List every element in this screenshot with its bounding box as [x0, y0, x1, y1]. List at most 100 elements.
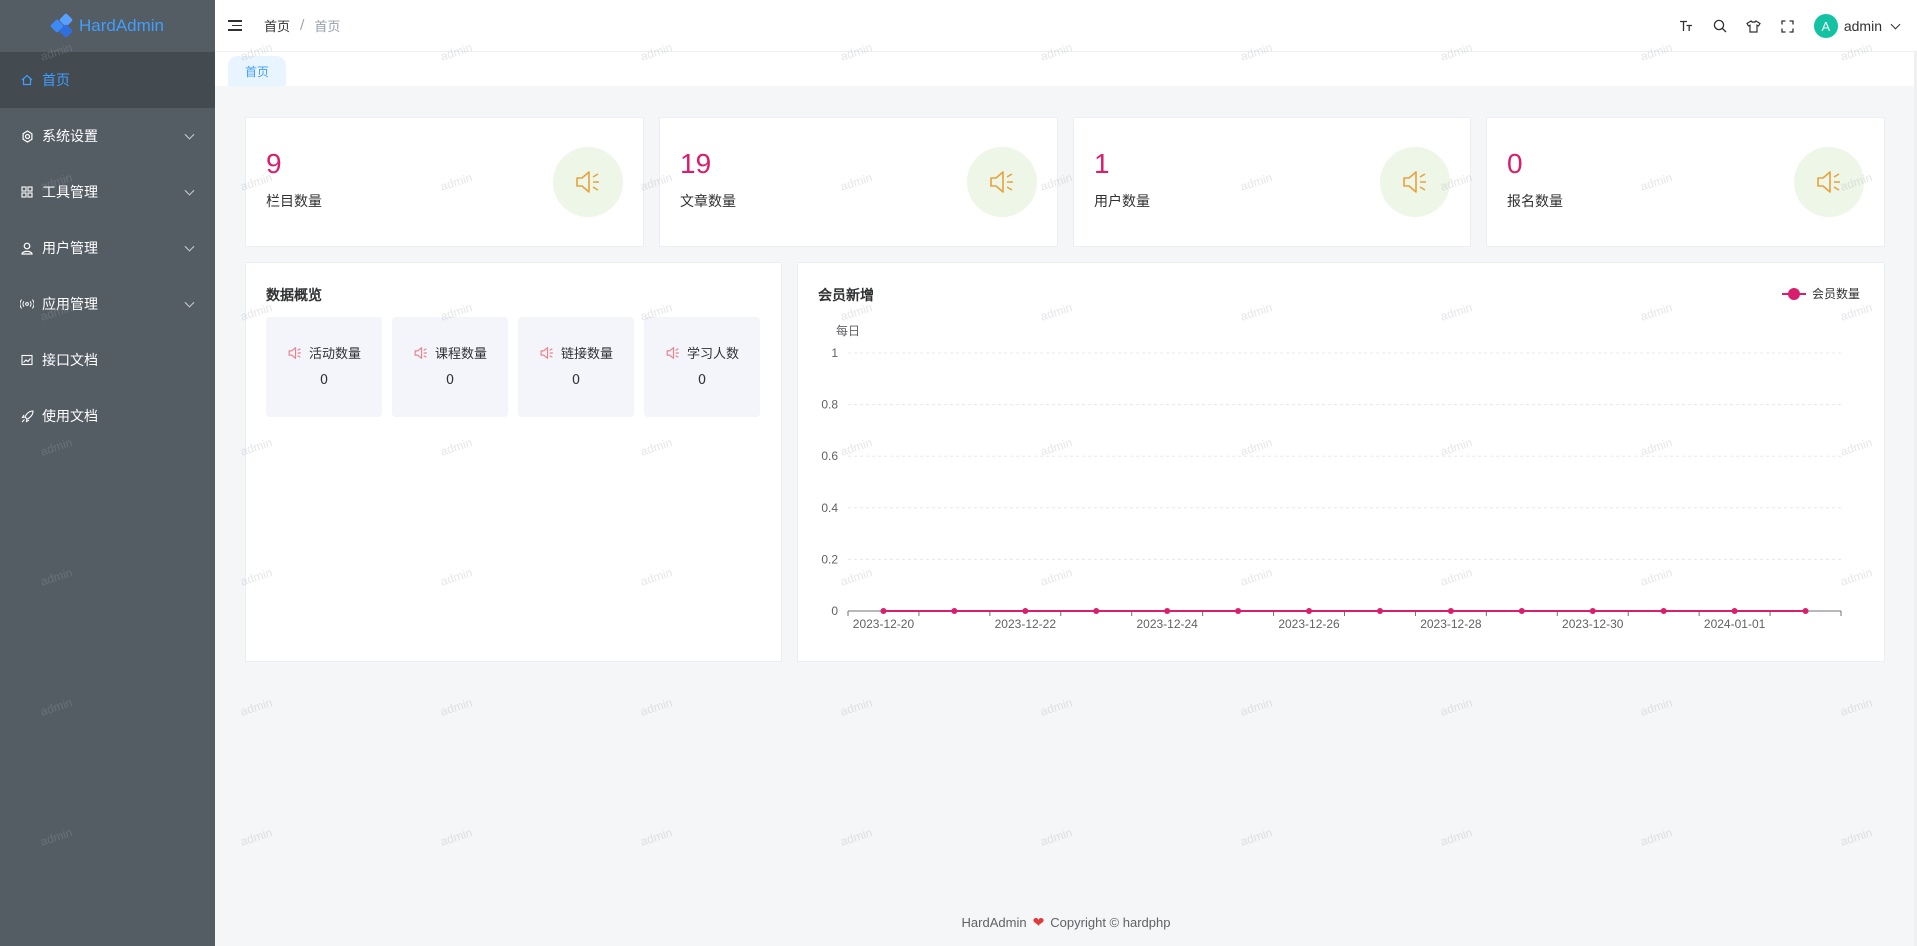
stat-badge — [1380, 147, 1450, 217]
sidebar-item-label: 接口文档 — [42, 353, 98, 369]
sidebar-item-label: 用户管理 — [42, 241, 98, 257]
breadcrumb: 首页 / 首页 — [264, 16, 340, 35]
sidebar-item-users[interactable]: 用户管理 — [0, 220, 215, 276]
sidebar-item-label: 系统设置 — [42, 129, 98, 145]
y-tick-label: 0.6 — [821, 449, 838, 463]
sidebar-item-home[interactable]: 首页 — [0, 52, 215, 108]
stat-card-registrations: 0 报名数量 — [1486, 117, 1885, 247]
y-tick-label: 0.4 — [821, 501, 838, 515]
overview-item-label: 活动数量 — [308, 347, 361, 362]
watermark-text: admin — [238, 825, 275, 849]
overview-panel: 数据概览 活动数量 0 课程数量 0 链接数量 0 学习人数 0 — [245, 262, 782, 662]
speaker-icon — [666, 346, 679, 359]
breadcrumb-current: 首页 — [314, 20, 341, 35]
speaker-icon — [1403, 171, 1426, 193]
logo[interactable]: HardAdmin — [0, 0, 215, 52]
breadcrumb-item[interactable]: 首页 — [264, 16, 290, 35]
footer-brand: HardAdmin — [961, 915, 1027, 930]
stat-label: 用户数量 — [1094, 194, 1150, 210]
data-point — [1306, 608, 1313, 614]
stat-label: 文章数量 — [680, 194, 736, 210]
search-icon[interactable] — [1712, 18, 1728, 34]
speaker-icon — [288, 346, 301, 359]
overview-item-value: 0 — [571, 373, 581, 388]
watermark-text: admin — [1038, 825, 1075, 849]
home-icon — [20, 73, 34, 87]
font-size-icon[interactable] — [1678, 18, 1694, 34]
watermark-text: admin — [1838, 695, 1875, 719]
user-menu[interactable]: A admin — [1813, 14, 1901, 38]
sidebar-item-apps[interactable]: 应用管理 — [0, 276, 215, 332]
speaker-icon — [990, 171, 1013, 193]
watermark-text: admin — [638, 695, 675, 719]
chevron-down-icon — [184, 129, 195, 140]
sidebar-item-api-docs[interactable]: 接口文档 — [0, 332, 215, 388]
overview-item-label: 链接数量 — [560, 347, 613, 362]
user-name: admin — [1843, 18, 1882, 34]
sidebar-menu: 首页 系统设置 工具管理 用户管理 应用管理 接口文档 使用文档 — [0, 52, 215, 444]
y-tick-label: 0.2 — [821, 552, 838, 566]
x-tick-label: 2023-12-20 — [853, 617, 915, 631]
chevron-down-icon — [1890, 19, 1901, 29]
user-icon — [20, 241, 34, 255]
theme-shirt-icon[interactable] — [1746, 18, 1762, 34]
collapse-menu-icon[interactable] — [228, 20, 242, 31]
sidebar: HardAdmin 首页 系统设置 工具管理 用户管理 应用管理 接口文档 使用… — [0, 0, 215, 946]
line-chart: 每日 0 0.2 0.4 0.6 0.8 1 2023-12-20 2023-12-22 2023… — [821, 323, 1842, 631]
member-growth-panel: 会员新增 会员数量 每日 0 0.2 0.4 0.6 0.8 1 2023-12-20 2023… — [797, 262, 1885, 662]
overview-item-activities: 活动数量 0 — [266, 317, 382, 417]
data-point — [1802, 608, 1809, 614]
sidebar-item-label: 使用文档 — [42, 409, 98, 425]
watermark-text: admin — [1838, 825, 1875, 849]
data-point — [1022, 608, 1029, 614]
watermark-text: admin — [438, 825, 475, 849]
sidebar-item-system-settings[interactable]: 系统设置 — [0, 108, 215, 164]
watermark-text: admin — [838, 695, 875, 719]
broadcast-icon — [20, 297, 34, 311]
y-axis-label: 每日 — [836, 323, 860, 338]
chevron-down-icon — [184, 297, 195, 308]
data-point — [1447, 608, 1454, 614]
stat-badge — [1794, 147, 1864, 217]
speaker-icon — [540, 346, 553, 359]
watermark-text: admin — [1238, 695, 1275, 719]
data-point — [1518, 608, 1525, 614]
app-title: HardAdmin — [78, 16, 165, 35]
overview-item-courses: 课程数量 0 — [392, 317, 508, 417]
x-tick-label: 2023-12-24 — [1136, 617, 1198, 631]
data-point — [1589, 608, 1596, 614]
tab-home[interactable]: 首页 — [228, 56, 287, 86]
tabs-bar: 首页 — [215, 52, 1917, 86]
chevron-down-icon — [184, 185, 195, 196]
overview-item-value: 0 — [697, 373, 707, 388]
x-tick-label: 2024-01-01 — [1704, 617, 1766, 631]
watermark-text: admin — [1038, 695, 1075, 719]
stat-badge — [967, 147, 1037, 217]
overview-item-learners: 学习人数 0 — [644, 317, 760, 417]
footer-copyright: Copyright © hardphp — [1050, 915, 1171, 930]
watermark-text: admin — [1438, 695, 1475, 719]
data-point — [1660, 608, 1667, 614]
watermark-text: admin — [1638, 825, 1675, 849]
x-tick-label: 2023-12-22 — [995, 617, 1057, 631]
speaker-icon — [414, 346, 427, 359]
data-point — [1731, 608, 1738, 614]
sidebar-item-label: 工具管理 — [42, 185, 98, 201]
footer: HardAdmin ❤ Copyright © hardphp — [215, 914, 1917, 931]
stat-label: 报名数量 — [1507, 194, 1563, 210]
fullscreen-icon[interactable] — [1780, 18, 1796, 34]
stat-badge — [553, 147, 623, 217]
heart-icon: ❤ — [1032, 914, 1045, 930]
rocket-icon — [20, 409, 34, 423]
x-tick-label: 2023-12-28 — [1420, 617, 1482, 631]
sidebar-item-user-docs[interactable]: 使用文档 — [0, 388, 215, 444]
logo-icon — [49, 12, 74, 39]
data-point — [1093, 608, 1100, 614]
watermark-text: admin — [1638, 695, 1675, 719]
panel-title: 数据概览 — [266, 288, 322, 304]
data-point — [1376, 608, 1383, 614]
watermark-text: admin — [1238, 825, 1275, 849]
sidebar-item-tools[interactable]: 工具管理 — [0, 164, 215, 220]
watermark-text: admin — [638, 825, 675, 849]
watermark-text: admin — [1438, 825, 1475, 849]
